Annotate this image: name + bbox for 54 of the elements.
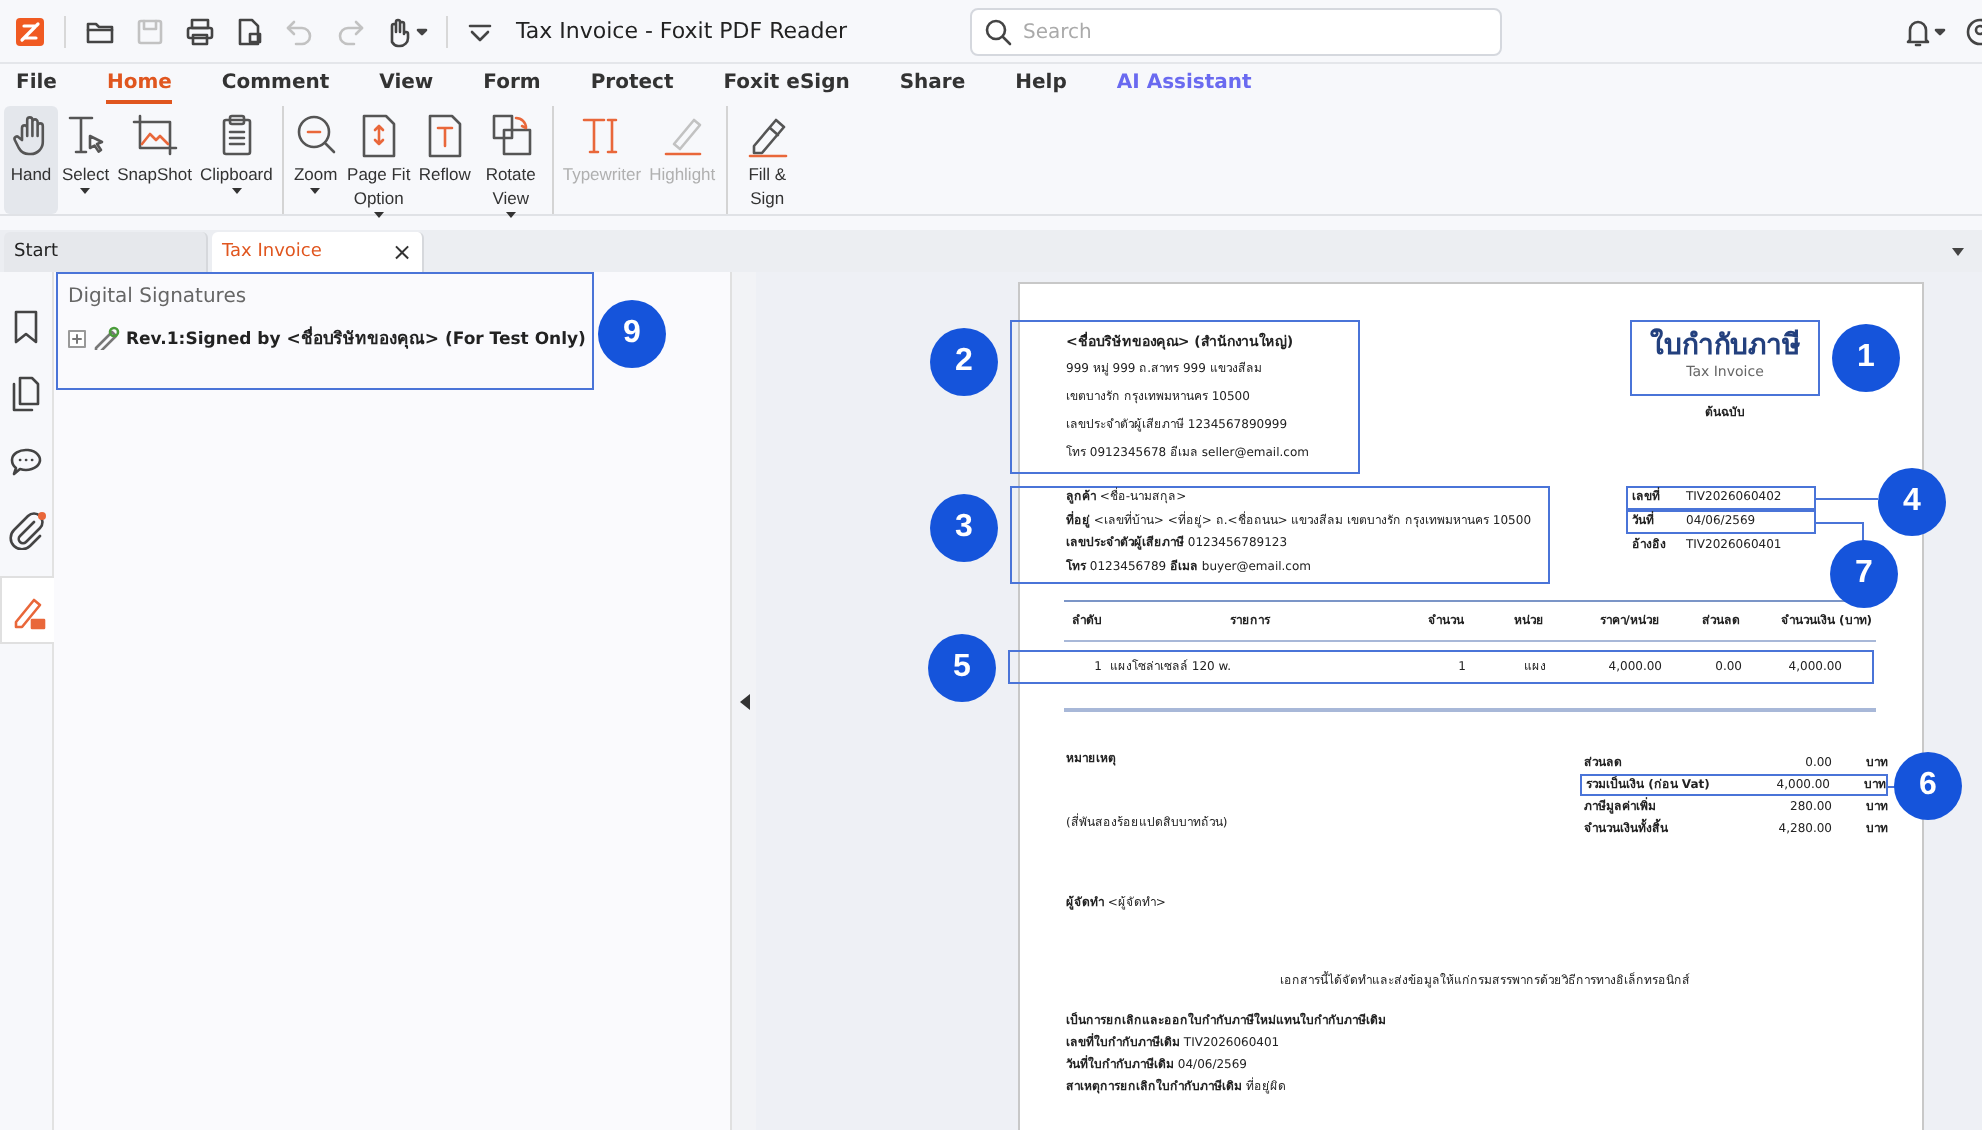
- caret-icon: [229, 186, 244, 196]
- print-icon[interactable]: [184, 15, 216, 47]
- callout-badge: 9: [598, 300, 666, 368]
- ribbon-button[interactable]: Rotate View: [474, 106, 547, 214]
- callout-badge: 1: [1832, 324, 1900, 392]
- caret-icon[interactable]: [1950, 245, 1966, 257]
- menu-tab[interactable]: File: [16, 72, 57, 104]
- zoom-icon: [292, 112, 339, 158]
- ribbon-button[interactable]: SnapShot: [113, 106, 196, 214]
- account-icon[interactable]: [1962, 15, 1982, 47]
- callout-badge: 4: [1878, 468, 1946, 536]
- ribbon-button[interactable]: Hand: [4, 106, 58, 214]
- window-title: Tax Invoice - Foxit PDF Reader: [516, 18, 847, 44]
- bell-icon[interactable]: [1902, 15, 1946, 47]
- callout-badge: 6: [1894, 752, 1962, 820]
- caret-icon: [308, 186, 323, 196]
- ribbon-button[interactable]: Zoom: [282, 106, 343, 214]
- paperclip-icon: [6, 510, 46, 550]
- rotate-icon: [487, 112, 534, 158]
- signature-pen-icon: [92, 326, 120, 350]
- caret-icon: [78, 186, 93, 196]
- menu-tab[interactable]: View: [379, 72, 434, 104]
- menu-tab[interactable]: Protect: [590, 72, 674, 104]
- menu-tab[interactable]: Foxit eSign: [723, 72, 850, 104]
- menu-tab[interactable]: Share: [899, 72, 966, 104]
- expand-icon[interactable]: [68, 329, 86, 347]
- document-title: ใบกำกับภาษี: [1650, 330, 1800, 364]
- collapse-arrow-icon[interactable]: [739, 693, 749, 709]
- close-button[interactable]: ×: [391, 238, 412, 266]
- menu-tab[interactable]: Home: [106, 72, 172, 104]
- search-icon: [983, 17, 1011, 45]
- menu-tab[interactable]: Comment: [221, 72, 330, 104]
- snapshot-icon: [131, 112, 178, 158]
- ribbon-button[interactable]: Page Fit Option: [342, 106, 415, 214]
- callout-badge: 3: [930, 494, 998, 562]
- menu-tab[interactable]: Form: [483, 72, 541, 104]
- callout-badge: 7: [1830, 540, 1898, 608]
- ribbon-button[interactable]: Fill & Sign: [725, 106, 804, 214]
- menu-tab[interactable]: Help: [1015, 72, 1067, 104]
- document-tab[interactable]: Start: [4, 232, 208, 272]
- caret-icon: [503, 210, 518, 220]
- ribbon-button[interactable]: Clipboard: [195, 106, 277, 214]
- panel-title: Digital Signatures: [68, 286, 249, 308]
- callout-badge: 2: [930, 328, 998, 396]
- search-field[interactable]: Search: [969, 8, 1501, 56]
- ribbon-button[interactable]: Select: [58, 106, 114, 214]
- caret-icon: [371, 210, 386, 220]
- menu-tab[interactable]: AI Assistant: [1116, 72, 1252, 104]
- document-tab[interactable]: Tax Invoice ×: [212, 232, 424, 272]
- app-logo-icon: [14, 15, 46, 47]
- callout-badge: 5: [928, 634, 996, 702]
- document-icon[interactable]: [234, 15, 266, 47]
- ribbon-button[interactable]: Reflow: [414, 106, 475, 214]
- signature-item[interactable]: Rev.1:Signed by <ชื่อบริษัทของคุณ> (For Test Only): [126, 324, 586, 352]
